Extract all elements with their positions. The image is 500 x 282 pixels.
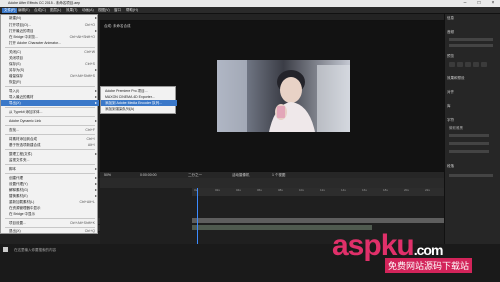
close-button[interactable]: × [486, 0, 500, 7]
minimize-button[interactable]: – [458, 0, 472, 7]
panel-libraries[interactable]: 库 [447, 104, 451, 109]
menu-item-exit[interactable]: 退出(X) Ctrl+Q [1, 228, 99, 234]
panel-audio[interactable]: 音频 [447, 30, 454, 35]
menu-animation[interactable]: 动画(A) [82, 8, 94, 13]
audio-meter [449, 38, 493, 41]
windows-start-icon[interactable] [3, 247, 8, 252]
menu-item-new-comp-from-selection[interactable]: 基于所选项新建合成 Alt+\ [1, 142, 99, 148]
ruler-tick: 16s [362, 188, 367, 192]
last-frame-button[interactable] [481, 62, 487, 67]
menu-separator [5, 173, 95, 174]
ruler-tick: 14s [341, 188, 346, 192]
file-menu-dropdown: 新建(N) ▸ 打开项目(O)... Ctrl+O 打开最近的项目 ▸ 在 Bridg… [0, 14, 99, 234]
menu-composition[interactable]: 合成(C) [34, 8, 46, 13]
menu-separator [5, 47, 95, 48]
menu-bar: 文件(F) 编辑(E) 合成(C) 图层(L) 效果(T) 动画(A) 视图(V… [0, 7, 500, 14]
playhead[interactable] [197, 188, 198, 244]
menu-separator [5, 86, 95, 87]
play-button[interactable] [465, 62, 471, 67]
previous-frame-button[interactable] [457, 62, 463, 67]
menu-item-reveal-bridge[interactable]: 在 Bridge 中显示 [1, 211, 99, 217]
export-submenu: Adobe Premiere Pro 项目... MAXON CINEMA 4D… [100, 86, 177, 114]
taskbar-search[interactable]: 在这里输入你要搜索的内容 [14, 248, 56, 253]
ruler-tick: 02s [215, 188, 220, 192]
composition-controls: 50% 0:00:00:00 二分之一 活动摄像机 1 个视图 [100, 171, 444, 178]
panel-character[interactable]: 字符 [447, 118, 454, 123]
menu-separator [5, 116, 95, 117]
menu-item-new[interactable]: 新建(N) ▸ [1, 15, 99, 21]
menu-separator [5, 125, 95, 126]
right-panels: 信息 音频 预览 效果和预设 对齐 库 字符 微软雅黑 段落 [444, 14, 500, 244]
ruler-tick: 04s [236, 188, 241, 192]
menu-effect[interactable]: 效果(T) [66, 8, 77, 13]
menu-separator [5, 107, 95, 108]
menu-layer[interactable]: 图层(L) [50, 8, 61, 13]
menu-item-scripts[interactable]: 脚本 ▸ [1, 166, 99, 172]
title-bar: Adobe After Effects CC 2015 - 未命名项目.aep … [0, 0, 500, 7]
menu-separator [5, 149, 95, 150]
font-size-field[interactable] [449, 134, 489, 137]
ruler-tick: 18s [383, 188, 388, 192]
font-family-select[interactable]: 微软雅黑 [449, 126, 463, 131]
menu-item-dynamic-link[interactable]: Adobe Dynamic Link ▸ [1, 118, 99, 124]
paragraph-alignment[interactable] [449, 174, 493, 177]
menu-view[interactable]: 视图(V) [98, 8, 110, 13]
tracking-field[interactable] [449, 150, 489, 153]
ruler-tick: 20s [404, 188, 409, 192]
next-frame-button[interactable] [473, 62, 479, 67]
site-watermark-tagline: 免费网站源码下载站 [385, 258, 473, 273]
menu-item-watch-folder[interactable]: 监视文件夹... [1, 157, 99, 163]
menu-separator [5, 134, 95, 135]
window-title: Adobe After Effects CC 2015 - 未命名项目.aep [8, 1, 81, 5]
ruler-tick: 08s [278, 188, 283, 192]
panel-effects-presets[interactable]: 效果和预设 [447, 76, 465, 81]
submenu-item-render-queue[interactable]: 添加到渲染队列(A) [101, 106, 177, 112]
composition-preview-image [217, 60, 350, 132]
tools-toolbar [100, 14, 500, 21]
menu-item-typekit[interactable]: 从 Typekit 添加字体... [1, 109, 99, 115]
menu-help[interactable]: 帮助(H) [126, 8, 138, 13]
first-frame-button[interactable] [449, 62, 455, 67]
panel-info[interactable]: 信息 [447, 16, 454, 21]
panel-align[interactable]: 对齐 [447, 90, 454, 95]
leading-field[interactable] [449, 142, 489, 145]
ruler-tick: 22s [425, 188, 430, 192]
menu-item-character-animator[interactable]: 打开 Adobe Character Animator... [1, 40, 99, 46]
panel-paragraph[interactable]: 段落 [447, 164, 454, 169]
timeline-header [100, 178, 444, 188]
menu-item-export[interactable]: 导出(X) ▸ [1, 100, 99, 106]
ruler-tick: 06s [257, 188, 262, 192]
menu-item-find[interactable]: 查找... Ctrl+F [1, 127, 99, 133]
composition-tab[interactable]: 合成: 未命名合成 [104, 24, 130, 30]
menu-separator [5, 164, 95, 165]
ruler-tick: 12s [320, 188, 325, 192]
menu-file[interactable]: 文件(F) [2, 8, 18, 13]
layer-duration-bar[interactable] [192, 218, 444, 223]
menu-item-revert[interactable]: 恢复(R) [1, 79, 99, 85]
current-time[interactable]: 0:00:00:00 [140, 173, 157, 177]
ruler-tick: 10s [299, 188, 304, 192]
menu-window[interactable]: 窗口 [114, 8, 121, 13]
preview-frame [217, 60, 350, 132]
menu-item-project-settings[interactable]: 项目设置... Ctrl+Alt+Shift+K [1, 220, 99, 226]
time-ruler[interactable]: 0s 02s 04s 06s 08s 10s 12s 14s 16s 18s 2… [192, 188, 444, 196]
maximize-button[interactable]: □ [472, 0, 486, 7]
menu-edit[interactable]: 编辑(E) [18, 8, 30, 13]
menu-separator [5, 218, 95, 219]
panel-preview[interactable]: 预览 [447, 54, 454, 59]
zoom-select[interactable]: 50% [104, 173, 111, 177]
audio-meter [449, 44, 493, 47]
